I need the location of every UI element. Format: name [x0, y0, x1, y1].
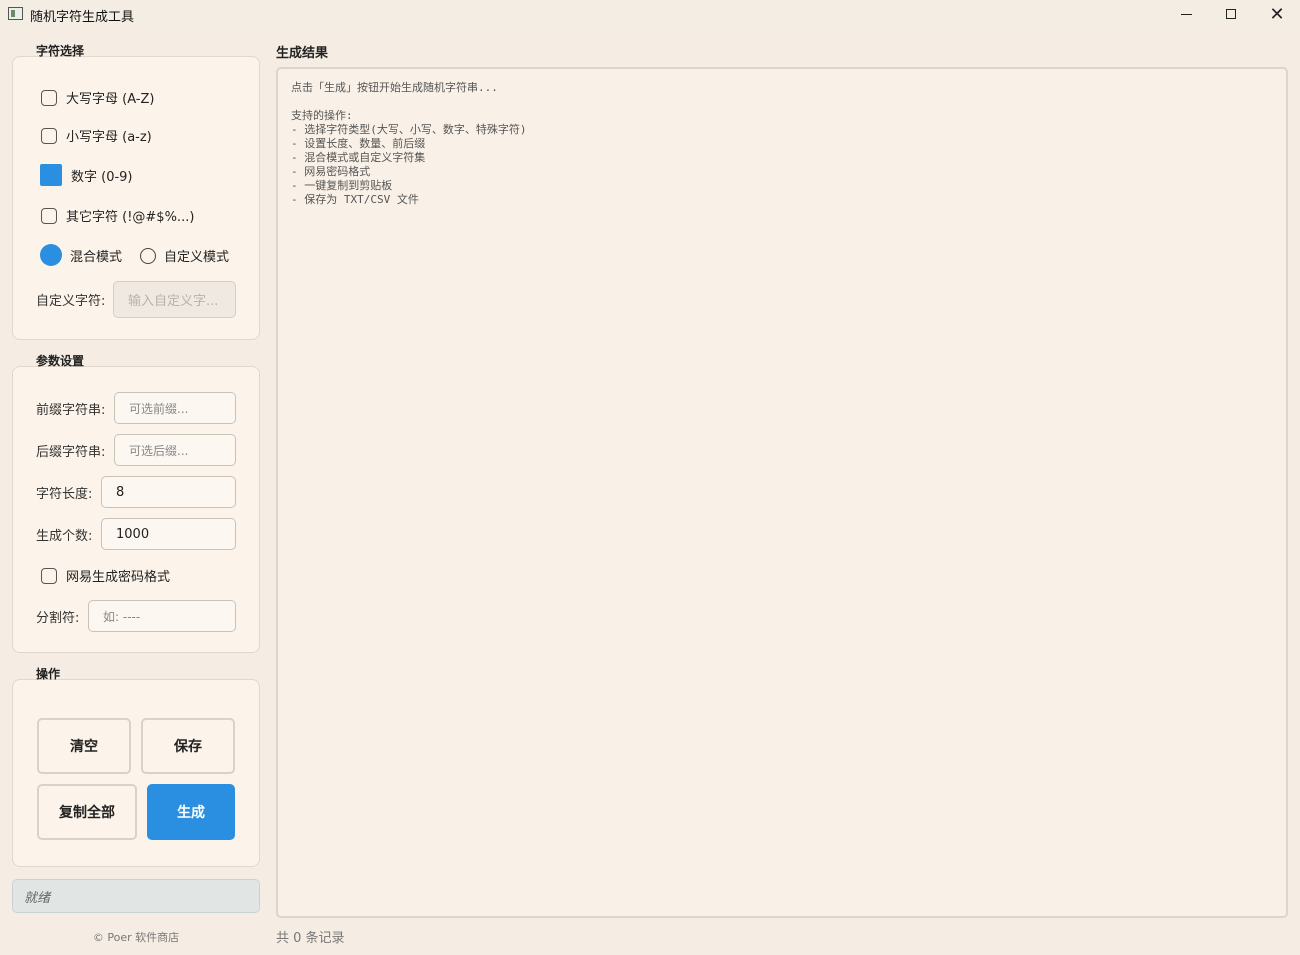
prefix-input[interactable]: 可选前缀... [114, 392, 236, 424]
copy-all-button[interactable]: 复制全部 [37, 784, 137, 840]
separator-label: 分割符: [36, 611, 80, 626]
checkbox-box [41, 89, 57, 106]
copyright-text: © Poer 软件商店 [92, 931, 180, 944]
lowercase-label: 小写字母 (a-z) [66, 130, 152, 145]
length-label: 字符长度: [36, 487, 93, 502]
radio-dot-checked [40, 244, 62, 266]
result-line: - 一键复制到剪贴板 [291, 179, 393, 192]
record-count: 共 0 条记录 [276, 931, 345, 946]
charset-group-title: 字符选择 [36, 44, 85, 58]
checkbox-box [41, 127, 57, 144]
checkbox-box [41, 567, 57, 584]
count-input[interactable]: 1000 [101, 518, 236, 550]
status-bar: 就绪 [12, 879, 260, 913]
generate-button[interactable]: 生成 [147, 784, 235, 840]
suffix-input[interactable]: 可选后缀... [114, 434, 236, 466]
close-icon: ✕ [1269, 3, 1285, 25]
special-label: 其它字符 (!@#$%...) [66, 210, 195, 225]
uppercase-label: 大写字母 (A-Z) [66, 92, 155, 107]
separator-input[interactable]: 如: ---- [88, 600, 236, 632]
result-line: - 保存为 TXT/CSV 文件 [291, 193, 419, 206]
result-line: - 混合模式或自定义字符集 [291, 151, 426, 164]
special-checkbox[interactable]: 其它字符 (!@#$%...) [41, 206, 194, 225]
netease-format-label: 网易生成密码格式 [66, 570, 171, 585]
result-line: 支持的操作: [291, 109, 353, 122]
checkbox-box [41, 207, 57, 224]
close-button[interactable]: ✕ [1254, 0, 1300, 28]
prefix-label: 前缀字符串: [36, 403, 106, 418]
netease-format-checkbox[interactable]: 网易生成密码格式 [41, 566, 170, 585]
uppercase-checkbox[interactable]: 大写字母 (A-Z) [41, 88, 154, 107]
actions-group-title: 操作 [36, 667, 61, 681]
custom-chars-input[interactable]: 输入自定义字... [113, 281, 236, 318]
custom-mode-label: 自定义模式 [164, 250, 230, 265]
mixed-mode-radio[interactable]: 混合模式 [40, 244, 122, 266]
title-bar: 随机字符生成工具 ✕ [0, 0, 1300, 28]
custom-mode-radio[interactable]: 自定义模式 [140, 246, 229, 265]
mixed-mode-label: 混合模式 [70, 249, 123, 265]
save-button[interactable]: 保存 [141, 718, 235, 774]
minimize-button[interactable] [1163, 0, 1209, 28]
custom-chars-label: 自定义字符: [36, 294, 106, 309]
result-line: - 设置长度、数量、前后缀 [291, 137, 426, 150]
app-icon [8, 7, 23, 20]
clear-button[interactable]: 清空 [37, 718, 131, 774]
lowercase-checkbox[interactable]: 小写字母 (a-z) [41, 126, 152, 145]
checkbox-box-checked [40, 164, 62, 186]
params-group-title: 参数设置 [36, 354, 85, 368]
maximize-icon [1226, 9, 1236, 19]
result-line: - 选择字符类型(大写、小写、数字、特殊字符) [291, 123, 527, 136]
result-line [291, 95, 1273, 109]
result-line: - 网易密码格式 [291, 165, 371, 178]
maximize-button[interactable] [1208, 0, 1254, 28]
result-textarea[interactable]: 点击「生成」按钮开始生成随机字符串... 支持的操作: - 选择字符类型(大写、… [276, 67, 1288, 918]
result-line: 点击「生成」按钮开始生成随机字符串... [291, 81, 498, 94]
length-input[interactable]: 8 [101, 476, 236, 508]
result-title: 生成结果 [276, 46, 329, 61]
count-label: 生成个数: [36, 529, 93, 544]
radio-dot [140, 247, 156, 264]
digits-checkbox[interactable]: 数字 (0-9) [40, 164, 133, 186]
window-title: 随机字符生成工具 [30, 10, 135, 25]
digits-label: 数字 (0-9) [71, 169, 133, 185]
minimize-icon [1180, 13, 1192, 15]
suffix-label: 后缀字符串: [36, 445, 106, 460]
